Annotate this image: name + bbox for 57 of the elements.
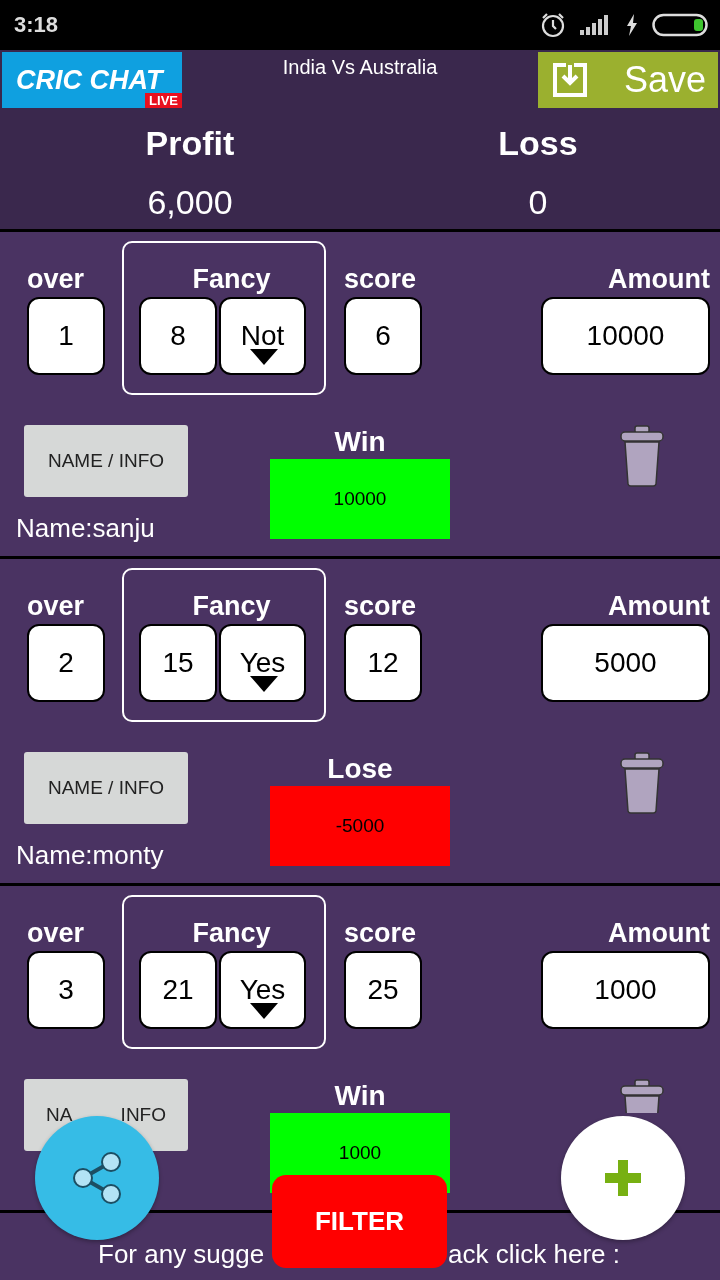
result-value: 10000 [270,459,450,539]
choice-dropdown[interactable]: Yes [219,951,306,1029]
field-label: Fancy [191,917,272,950]
choice-dropdown[interactable]: Yes [219,624,306,702]
field-label: Amount [608,917,710,950]
over-field[interactable]: 2 [27,624,105,702]
over-field[interactable]: 3 [27,951,105,1029]
caret-icon [250,1003,278,1019]
caret-icon [250,676,278,692]
result-label: Win [334,1079,386,1113]
charging-icon [626,14,638,36]
save-icon [552,62,588,98]
name-info-button[interactable]: NAME / INFO [24,752,188,824]
amount-field[interactable]: 5000 [541,624,710,702]
result-label: Win [334,425,386,459]
feedback-text: For any sugge [98,1239,265,1271]
player-name: Name:sanju [16,513,156,544]
over-field[interactable]: 1 [27,297,105,375]
score-field[interactable]: 6 [344,297,422,375]
summary-label: Profit [145,124,235,163]
field-label: Amount [608,263,710,296]
result-label: Lose [327,752,393,786]
score-field[interactable]: 25 [344,951,422,1029]
amount-field[interactable]: 10000 [541,297,710,375]
field-label: over [27,263,86,296]
amount-field[interactable]: 1000 [541,951,710,1029]
fancy-field[interactable]: 8 [139,297,217,375]
name-info-button[interactable]: NAME / INFO [24,425,188,497]
feedback-text: ack click here : [448,1239,620,1271]
field-label: Fancy [191,590,272,623]
fancy-field[interactable]: 15 [139,624,217,702]
field-label: score [344,590,418,623]
summary-value: 6,000 [147,183,233,222]
app-logo: CRIC CHAT LIVE [2,52,182,108]
field-label: Fancy [191,263,272,296]
status-time: 3:18 [14,12,59,38]
fancy-field[interactable]: 21 [139,951,217,1029]
field-label: score [344,263,418,296]
alarm-icon [540,12,566,38]
choice-dropdown[interactable]: Not [219,297,306,375]
field-label: score [344,917,418,950]
filter-button[interactable]: FILTER [272,1175,447,1268]
caret-icon [250,349,278,365]
field-label: over [27,917,86,950]
trash-icon[interactable] [620,752,664,814]
field-label: Amount [608,590,710,623]
plus-icon [603,1158,643,1198]
trash-icon[interactable] [620,1079,664,1113]
trash-icon[interactable] [620,425,664,487]
player-name: Name:monty [16,840,165,871]
summary-value: 0 [528,183,548,222]
battery-icon [652,13,708,37]
score-field[interactable]: 12 [344,624,422,702]
field-label: over [27,590,86,623]
summary-label: Loss [498,124,578,163]
result-value: -5000 [270,786,450,866]
match-title: India Vs Australia [282,56,438,79]
